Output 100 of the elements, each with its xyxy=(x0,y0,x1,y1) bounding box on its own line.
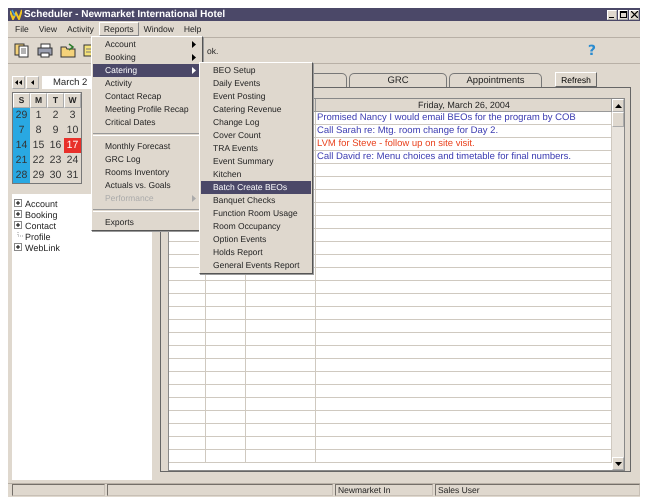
tab[interactable]: GRC xyxy=(349,73,447,87)
menu-item[interactable]: Event Summary xyxy=(201,155,311,168)
calendar-day[interactable]: 29 xyxy=(13,108,30,123)
table-cell xyxy=(206,359,246,372)
printer-icon[interactable] xyxy=(37,43,53,58)
calendar-day[interactable]: 23 xyxy=(47,153,64,168)
previous-year-icon[interactable] xyxy=(12,76,25,89)
menu-item[interactable]: Meeting Profile Recap xyxy=(93,103,201,116)
menu-item-label: GRC Log xyxy=(105,153,140,166)
table-cell xyxy=(246,437,316,450)
minimize-icon[interactable] xyxy=(607,10,617,20)
previous-month-icon[interactable] xyxy=(26,76,39,89)
status-text: Newmarket In xyxy=(335,484,433,496)
weekday-label: T xyxy=(47,93,64,108)
expand-icon[interactable] xyxy=(14,199,23,208)
menu-item[interactable]: Help xyxy=(178,22,206,36)
menu-item[interactable]: Exports xyxy=(93,216,201,229)
menu-item[interactable]: Actuals vs. Goals xyxy=(93,179,201,192)
menu-item[interactable]: BEO Setup xyxy=(201,64,311,77)
calendar-day[interactable]: 10 xyxy=(64,123,81,138)
note-text[interactable]: Call Sarah re: Mtg. room change for Day 2. xyxy=(316,125,612,138)
weekday-label: M xyxy=(30,93,47,108)
menu-item[interactable]: Account xyxy=(93,38,201,51)
calendar-day[interactable]: 15 xyxy=(30,138,47,153)
menu-item[interactable]: Holds Report xyxy=(201,246,311,259)
expand-icon[interactable] xyxy=(14,243,23,252)
calendar-day[interactable]: 22 xyxy=(30,153,47,168)
tab[interactable]: Appointments xyxy=(449,73,542,87)
menu-item[interactable]: General Events Report xyxy=(201,259,311,272)
folder-icon[interactable] xyxy=(60,43,76,58)
calendar-day[interactable]: 2 xyxy=(47,108,64,123)
menu-item-label: Meeting Profile Recap xyxy=(105,103,189,116)
tree-item[interactable]: Account xyxy=(25,198,58,208)
menu-item[interactable]: Batch Create BEOs xyxy=(201,181,311,194)
calendar-day[interactable]: 28 xyxy=(13,168,30,183)
calendar-day[interactable]: 9 xyxy=(47,123,64,138)
menu-item[interactable]: Critical Dates xyxy=(93,116,201,129)
note-text[interactable]: Promised Nancy I would email BEOs for the program by COB xyxy=(316,112,612,125)
menu-item[interactable]: Banquet Checks xyxy=(201,194,311,207)
table-cell xyxy=(246,372,316,385)
expand-icon[interactable] xyxy=(14,210,23,219)
table-cell xyxy=(246,385,316,398)
menu-item[interactable]: Change Log xyxy=(201,116,311,129)
menu-item[interactable]: Room Occupancy xyxy=(201,220,311,233)
calendar-day[interactable]: 3 xyxy=(64,108,81,123)
note-text[interactable]: LVM for Steve - follow up on site visit. xyxy=(316,138,612,151)
logo-icon xyxy=(10,9,22,20)
tree-item[interactable]: Profile xyxy=(25,232,51,242)
tree-item[interactable]: Booking xyxy=(25,210,58,220)
menu-item[interactable]: Contact Recap xyxy=(93,90,201,103)
scroll-thumb[interactable] xyxy=(612,112,624,127)
menu-item[interactable]: Reports xyxy=(98,22,139,36)
documents-icon[interactable] xyxy=(14,43,30,58)
menu-item[interactable]: File xyxy=(10,22,34,36)
calendar-day[interactable]: 1 xyxy=(30,108,47,123)
menu-item[interactable]: Event Posting xyxy=(201,90,311,103)
menu-item[interactable]: GRC Log xyxy=(93,153,201,166)
scrollbar[interactable] xyxy=(612,99,624,470)
tree-item[interactable]: WebLink xyxy=(25,242,60,252)
menu-item[interactable]: Monthly Forecast xyxy=(93,140,201,153)
calendar-day[interactable]: 17 xyxy=(64,138,81,153)
menu-item-label: Rooms Inventory xyxy=(105,166,170,179)
tree-item[interactable]: Contact xyxy=(25,220,56,230)
table-cell xyxy=(246,333,316,346)
menu-item[interactable]: Booking xyxy=(93,51,201,64)
calendar-day[interactable]: 14 xyxy=(13,138,30,153)
menu-item[interactable]: Function Room Usage xyxy=(201,207,311,220)
menu-item[interactable]: Rooms Inventory xyxy=(93,166,201,179)
menu-item[interactable]: Kitchen xyxy=(201,168,311,181)
calendar-day[interactable]: 29 xyxy=(30,168,47,183)
calendar-day[interactable]: 31 xyxy=(64,168,81,183)
refresh-button[interactable]: Refresh xyxy=(555,72,597,87)
menu-item[interactable]: Catering xyxy=(93,64,201,77)
scroll-down-icon[interactable] xyxy=(612,457,624,470)
menu-item[interactable]: Option Events xyxy=(201,233,311,246)
expand-icon[interactable] xyxy=(14,221,23,230)
scroll-up-icon[interactable] xyxy=(612,99,624,112)
calendar-day[interactable]: 8 xyxy=(30,123,47,138)
table-cell xyxy=(206,450,246,463)
menu-item[interactable]: Catering Revenue xyxy=(201,103,311,116)
calendar-day[interactable]: 24 xyxy=(64,153,81,168)
calendar-day[interactable]: 30 xyxy=(47,168,64,183)
menu-item[interactable]: Window xyxy=(138,22,179,36)
table-cell xyxy=(246,346,316,359)
close-icon[interactable] xyxy=(629,10,639,20)
calendar-day[interactable]: 21 xyxy=(13,153,30,168)
calendar-day[interactable]: 16 xyxy=(47,138,64,153)
menu-item[interactable]: Daily Events xyxy=(201,77,311,90)
menu-item[interactable]: Activity xyxy=(62,22,99,36)
table-cell xyxy=(246,359,316,372)
table-cell xyxy=(206,411,246,424)
maximize-icon[interactable] xyxy=(618,10,628,20)
table-cell xyxy=(206,424,246,437)
menu-item[interactable]: Activity xyxy=(93,77,201,90)
menu-item[interactable]: View xyxy=(34,22,62,36)
table-cell xyxy=(169,281,206,294)
note-text[interactable]: Call David re: Menu choices and timetable for final numbers. xyxy=(316,151,612,164)
menu-item[interactable]: TRA Events xyxy=(201,142,311,155)
calendar-day[interactable]: 7 xyxy=(13,123,30,138)
menu-item[interactable]: Cover Count xyxy=(201,129,311,142)
